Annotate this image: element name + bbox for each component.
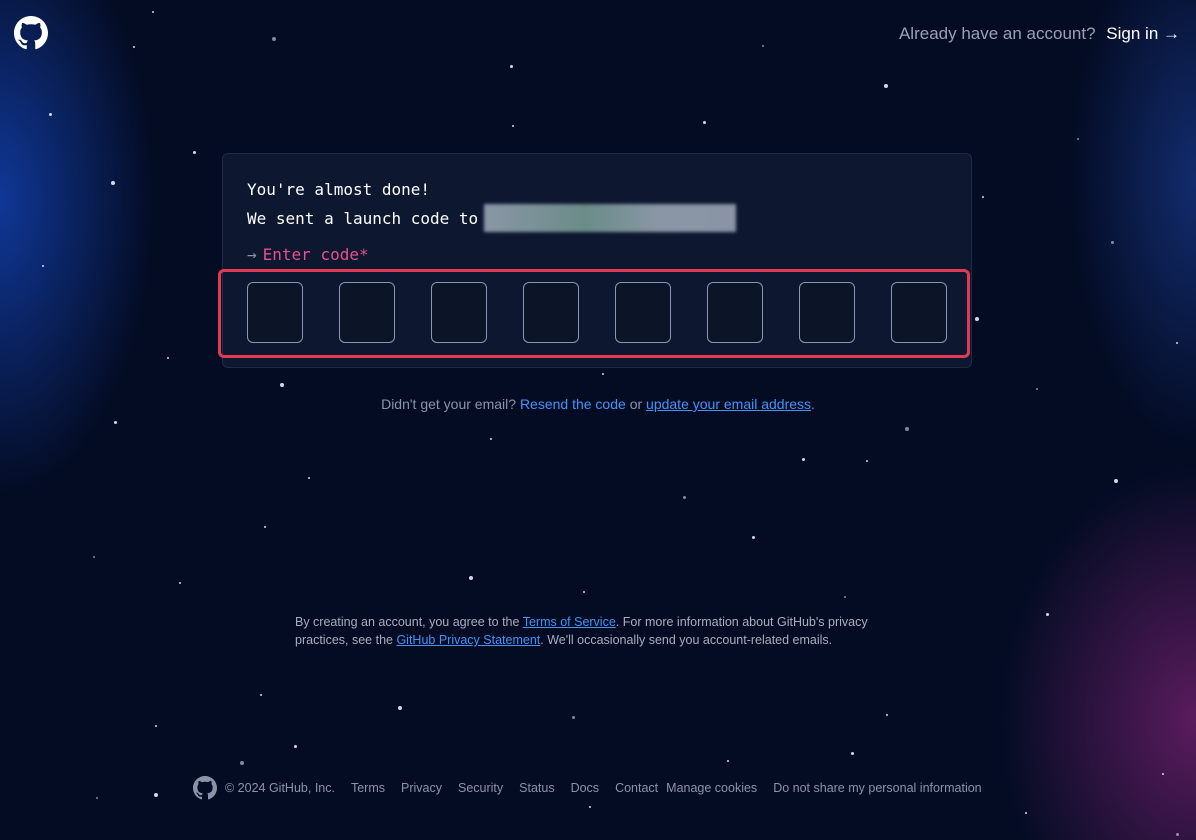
footer-link-contact[interactable]: Contact <box>615 781 658 795</box>
enter-code-label: → Enter code* <box>247 245 369 264</box>
sign-in-link[interactable]: Sign in → <box>1106 24 1180 43</box>
enter-code-text: Enter code* <box>262 245 369 264</box>
legal-text-1: By creating an account, you agree to the <box>295 615 520 629</box>
code-input-8[interactable] <box>891 282 947 343</box>
footer-link-security[interactable]: Security <box>458 781 503 795</box>
footer-link-status[interactable]: Status <box>519 781 554 795</box>
footer-link-privacy[interactable]: Privacy <box>401 781 442 795</box>
starfield-background <box>0 0 1196 840</box>
redacted-email <box>484 204 737 232</box>
code-input-6[interactable] <box>707 282 763 343</box>
footer-link-docs[interactable]: Docs <box>571 781 599 795</box>
legal-notice: By creating an account, you agree to the… <box>295 613 895 649</box>
code-input-1[interactable] <box>247 282 303 343</box>
resend-prefix: Didn't get your email? <box>381 396 517 412</box>
resend-line: Didn't get your email? Resend the code o… <box>0 396 1196 412</box>
account-prompt: Already have an account? <box>898 24 1096 43</box>
footer-copyright: © 2024 GitHub, Inc. <box>225 781 335 795</box>
arrow-right-icon: → <box>247 245 257 264</box>
github-logo-icon[interactable] <box>14 16 48 50</box>
footer-link-manage-cookies[interactable]: Manage cookies <box>666 781 757 795</box>
resend-code-link[interactable]: Resend the code <box>520 396 626 412</box>
github-footer-logo-icon[interactable] <box>193 776 217 800</box>
code-input-5[interactable] <box>615 282 671 343</box>
update-email-link[interactable]: update your email address <box>646 396 811 412</box>
code-input-2[interactable] <box>339 282 395 343</box>
sent-code-prefix: We sent a launch code to <box>247 208 479 228</box>
code-input-3[interactable] <box>431 282 487 343</box>
resend-suffix: . <box>811 396 815 412</box>
sent-code-text: We sent a launch code to <box>247 204 737 232</box>
footer-link-terms[interactable]: Terms <box>351 781 385 795</box>
legal-text-3: . We'll occasionally send you account-re… <box>540 633 833 647</box>
code-input-group <box>247 282 947 343</box>
terms-of-service-link[interactable]: Terms of Service <box>523 615 616 629</box>
footer-link-do-not-share[interactable]: Do not share my personal information <box>773 781 981 795</box>
page-footer: © 2024 GitHub, Inc. Terms Privacy Securi… <box>193 776 982 800</box>
almost-done-text: You're almost done! <box>247 180 431 199</box>
code-input-7[interactable] <box>799 282 855 343</box>
verification-card: You're almost done! We sent a launch cod… <box>218 153 972 368</box>
code-input-4[interactable] <box>523 282 579 343</box>
header-sign-in-area: Already have an account? Sign in → <box>899 24 1180 44</box>
resend-or: or <box>629 396 643 412</box>
privacy-statement-link[interactable]: GitHub Privacy Statement <box>396 633 540 647</box>
